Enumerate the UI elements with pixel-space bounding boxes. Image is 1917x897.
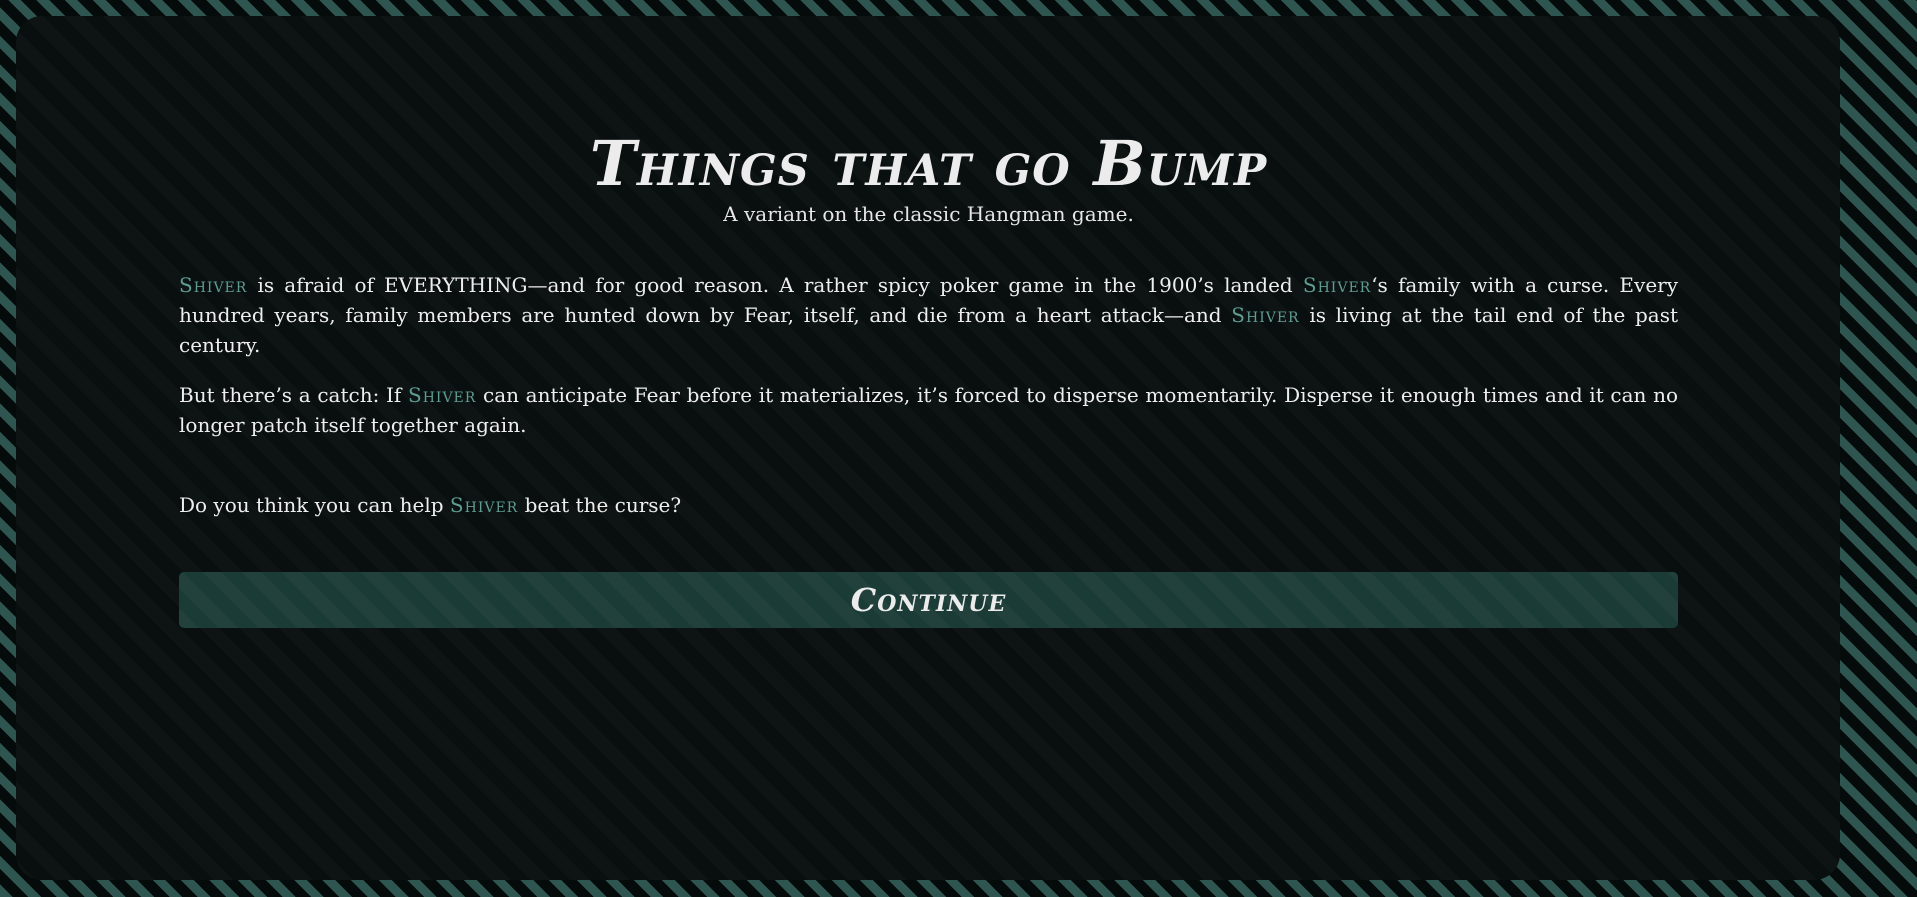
continue-label: Continue	[850, 581, 1007, 619]
intro-question: Do you think you can help Shiver beat th…	[179, 490, 1678, 520]
game-title: Things that go Bump	[589, 127, 1268, 200]
character-name: Shiver	[408, 383, 477, 407]
character-name: Shiver	[449, 493, 519, 517]
intro-text: can anticipate Fear before it materializ…	[179, 383, 1679, 437]
game-subtitle: A variant on the classic Hangman game.	[723, 202, 1134, 226]
game-panel: Things that go Bump A variant on the cla…	[16, 16, 1840, 880]
intro-text: is afraid of EVERYTHING—and for good rea…	[257, 273, 1293, 297]
intro-text: But there’s a catch: If	[179, 383, 402, 407]
intro-content: Things that go Bump A variant on the cla…	[179, 16, 1678, 628]
intro-text: beat the curse?	[524, 493, 682, 517]
character-name: Shiver	[179, 273, 248, 297]
intro-paragraph-2: But there’s a catch: If Shiver can antic…	[179, 380, 1678, 440]
character-name: Shiver	[1302, 273, 1372, 297]
continue-button[interactable]: Continue	[179, 572, 1678, 628]
intro-text: Do you think you can help	[179, 493, 444, 517]
character-name: Shiver	[1231, 303, 1300, 327]
intro-paragraph-1: Shiver is afraid of EVERYTHING—and for g…	[179, 270, 1678, 360]
